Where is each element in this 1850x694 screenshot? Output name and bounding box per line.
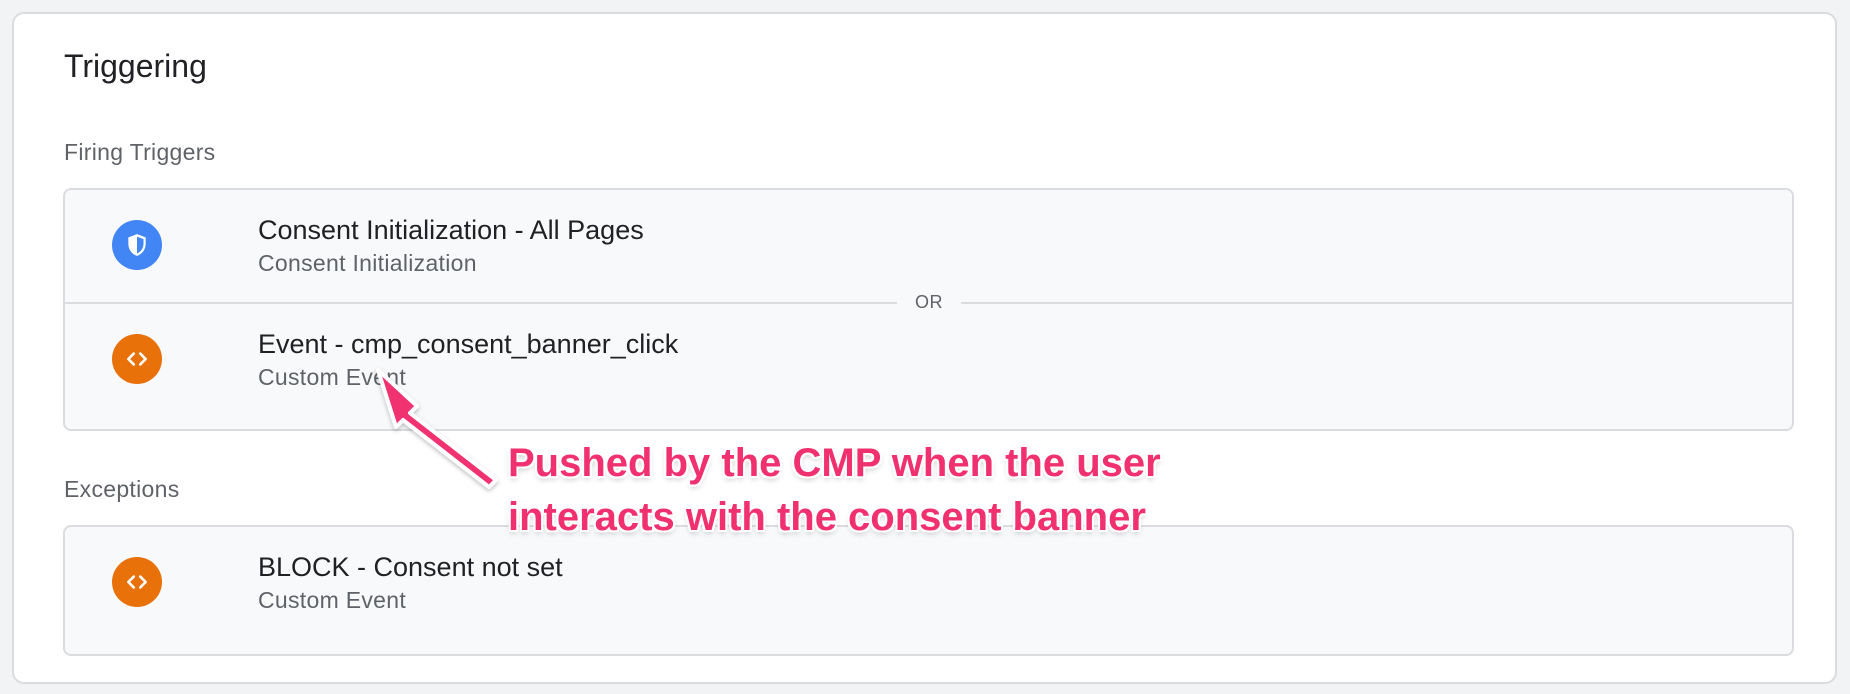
annotation-callout: Pushed by the CMP when the user interact… bbox=[508, 436, 1161, 544]
exceptions-list: BLOCK - Consent not set Custom Event bbox=[63, 525, 1794, 656]
trigger-name: Consent Initialization - All Pages bbox=[258, 215, 644, 245]
card-title: Triggering bbox=[64, 48, 207, 84]
annotation-line-2: interacts with the consent banner bbox=[508, 495, 1146, 539]
annotation-line-1: Pushed by the CMP when the user bbox=[508, 441, 1161, 485]
trigger-name: BLOCK - Consent not set bbox=[258, 552, 563, 582]
firing-triggers-label: Firing Triggers bbox=[64, 139, 216, 165]
trigger-name: Event - cmp_consent_banner_click bbox=[258, 329, 679, 359]
trigger-type: Custom Event bbox=[258, 364, 407, 390]
trigger-type: Custom Event bbox=[258, 587, 407, 613]
code-icon bbox=[112, 334, 162, 384]
triggering-card: Triggering Firing Triggers Consent Initi… bbox=[12, 12, 1837, 684]
firing-triggers-list: Consent Initialization - All Pages Conse… bbox=[63, 188, 1794, 431]
shield-icon bbox=[112, 220, 162, 270]
trigger-type: Consent Initialization bbox=[258, 250, 477, 276]
exceptions-label: Exceptions bbox=[64, 476, 180, 502]
code-icon bbox=[112, 557, 162, 607]
trigger-row-cmp-consent-banner-click[interactable]: Event - cmp_consent_banner_click Custom … bbox=[65, 302, 1792, 416]
trigger-row-consent-initialization[interactable]: Consent Initialization - All Pages Conse… bbox=[65, 190, 1792, 302]
